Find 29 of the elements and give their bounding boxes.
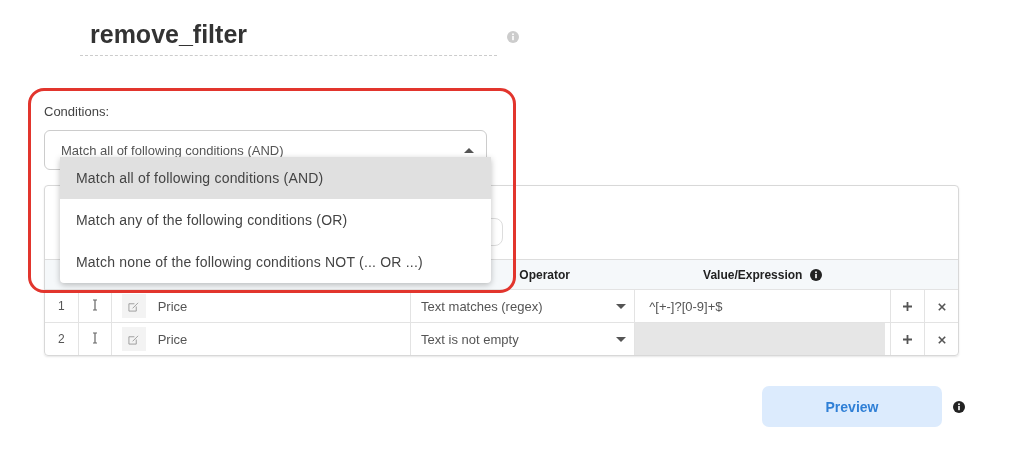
edit-button[interactable] (121, 327, 146, 351)
close-icon[interactable] (937, 303, 946, 311)
filter-name-field[interactable]: remove_filter (80, 18, 497, 56)
add-icon[interactable] (903, 335, 913, 344)
table-cell: Price (157, 331, 188, 347)
edit-icon (128, 333, 140, 345)
value-field[interactable]: ^[+-]?[0-9]+$ (635, 298, 891, 314)
caret-icon (616, 336, 627, 342)
column-header: Operator (519, 267, 570, 282)
conditions-label: Conditions: (44, 104, 110, 119)
operator-select[interactable]: Text is not empty (411, 331, 635, 347)
caret-icon (616, 303, 627, 309)
close-icon[interactable] (937, 336, 946, 344)
row-number: 1 (58, 299, 65, 313)
table-cell: Price (157, 298, 188, 314)
dropdown-option[interactable]: Match all of following conditions (AND) (60, 157, 491, 199)
dropdown-option[interactable]: Match none of the following conditions NOT (... OR ...) (60, 241, 491, 283)
info-icon (810, 268, 823, 281)
row-number: 2 (58, 332, 65, 346)
dropdown-option[interactable]: Match any of the following conditions (OR) (60, 199, 491, 241)
add-icon[interactable] (903, 302, 913, 311)
drag-handle-icon[interactable] (91, 298, 98, 311)
edit-icon (128, 300, 140, 312)
edit-button[interactable] (121, 294, 146, 318)
info-icon (507, 31, 519, 43)
drag-handle-icon[interactable] (91, 331, 98, 344)
operator-select[interactable]: Text matches (regex) (411, 298, 635, 314)
column-header: Value/Expression (703, 267, 803, 282)
info-icon (953, 400, 965, 413)
